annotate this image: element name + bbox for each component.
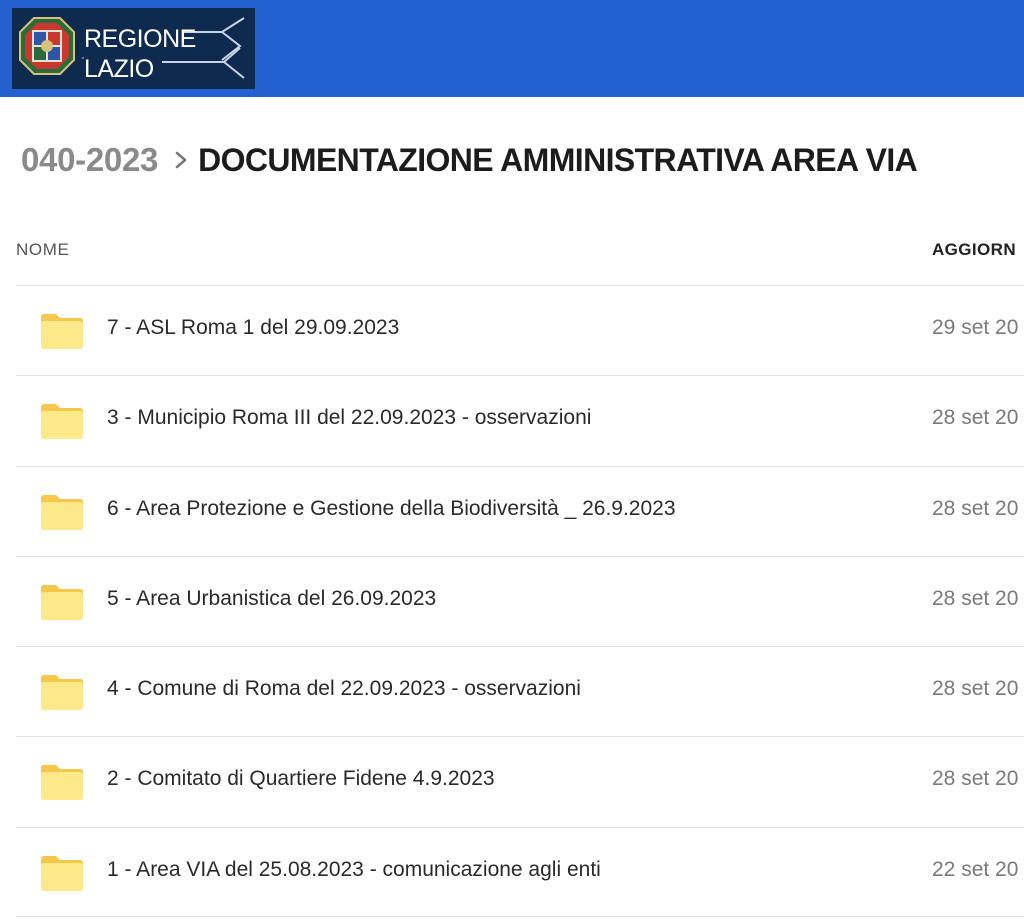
folder-row[interactable]: 6 - Area Protezione e Gestione della Bio…	[16, 465, 1024, 556]
folder-row[interactable]: 5 - Area Urbanistica del 26.09.2023 28 se…	[16, 555, 1024, 646]
folder-updated-date: 28 set 20	[932, 677, 1019, 701]
folder-row[interactable]: 7 - ASL Roma 1 del 29.09.2023 29 set 20	[16, 285, 1024, 375]
folder-name[interactable]: 1 - Area VIA del 25.08.2023 - comunicazi…	[107, 858, 601, 882]
regione-lazio-logo[interactable]: REGIONE LAZIO	[12, 8, 255, 89]
folder-icon	[41, 675, 83, 711]
page-title: DOCUMENTAZIONE AMMINISTRATIVA AREA VIA	[198, 141, 918, 178]
folder-icon	[41, 855, 83, 891]
folder-row[interactable]: 2 - Comitato di Quartiere Fidene 4.9.202…	[16, 736, 1024, 826]
folder-name[interactable]: 5 - Area Urbanistica del 26.09.2023	[107, 587, 436, 611]
column-header-updated[interactable]: AGGIORN	[932, 240, 1016, 260]
folder-icon	[41, 494, 83, 530]
folder-icon	[41, 765, 83, 801]
folder-updated-date: 29 set 20	[932, 316, 1019, 339]
folder-row[interactable]: 1 - Area VIA del 25.08.2023 - comunicazi…	[16, 826, 1024, 918]
folder-list: 7 - ASL Roma 1 del 29.09.2023 29 set 20 3 …	[16, 285, 1024, 918]
logo-text-regione: REGIONE	[84, 25, 196, 53]
folder-icon	[41, 314, 83, 349]
folder-row[interactable]: 4 - Comune di Roma del 22.09.2023 - osse…	[16, 646, 1024, 736]
chevron-right-icon	[175, 151, 187, 169]
breadcrumb: 040-2023 DOCUMENTAZIONE AMMINISTRATIVA A…	[21, 140, 918, 180]
folder-name[interactable]: 6 - Area Protezione e Gestione della Bio…	[107, 497, 676, 521]
folder-name[interactable]: 7 - ASL Roma 1 del 29.09.2023	[107, 316, 399, 340]
logo-text-lazio: LAZIO	[84, 55, 154, 83]
folder-updated-date: 28 set 20	[932, 406, 1019, 430]
folder-icon	[41, 404, 83, 440]
folder-name[interactable]: 4 - Comune di Roma del 22.09.2023 - osse…	[107, 677, 581, 701]
folder-updated-date: 22 set 20	[932, 857, 1019, 881]
column-header-name[interactable]: NOME	[16, 240, 69, 260]
folder-updated-date: 28 set 20	[932, 496, 1019, 520]
top-bar: REGIONE LAZIO	[0, 0, 1024, 97]
folder-icon	[41, 584, 83, 620]
folder-row[interactable]: 3 - Municipio Roma III del 22.09.2023 - …	[16, 375, 1024, 465]
folder-updated-date: 28 set 20	[932, 767, 1019, 791]
folder-name[interactable]: 3 - Municipio Roma III del 22.09.2023 - …	[107, 406, 591, 430]
column-header: NOME AGGIORN	[0, 236, 1024, 266]
folder-updated-date: 28 set 20	[932, 586, 1019, 610]
folder-name[interactable]: 2 - Comitato di Quartiere Fidene 4.9.202…	[107, 767, 495, 791]
breadcrumb-parent-link[interactable]: 040-2023	[21, 141, 158, 179]
